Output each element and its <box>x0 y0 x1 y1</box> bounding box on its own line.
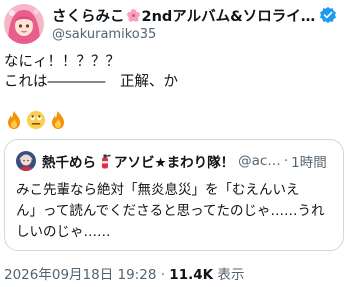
fire-extinguisher-icon <box>102 154 111 169</box>
view-count: 11.4K <box>169 267 214 283</box>
author-avatar[interactable] <box>4 4 44 44</box>
separator-dot: · <box>283 153 289 169</box>
author-name-row: さくらみこ 2ndアルバム&ソロライ… <box>52 4 342 26</box>
tweet-text-line: なにィ！！？？？ <box>4 54 120 70</box>
views-label: 表示 <box>213 267 245 283</box>
separator-dot: · <box>156 267 170 283</box>
tweet-meta: 2026年09月18日 19:28 · 11.4K 表示 <box>4 263 244 283</box>
author-display-name[interactable]: さくらみこ 2ndアルバム&ソロライ… <box>52 5 315 26</box>
fire-icon <box>52 111 64 129</box>
emoji-row <box>4 110 68 132</box>
quoted-author-name-part1: 熱千めら <box>42 155 96 171</box>
quoted-tweet-text: みこ先輩なら絶対「無炎息災」を「むえんいえ ん」って読んでくださると思ってたのじ… <box>16 180 336 243</box>
quoted-author-name-part2: アソビ★まわり隊！ <box>114 155 235 171</box>
quoted-text-line: みこ先輩なら絶対「無炎息災」を「むえんいえ <box>16 182 300 198</box>
tweet-text: なにィ！！？？？ これは―――― 正解、か <box>4 52 344 92</box>
author-handle[interactable]: @sakuramiko35 <box>52 27 156 42</box>
cherry-blossom-icon <box>126 8 140 22</box>
quoted-text-line: ん」って読んでくださると思ってたのじゃ……うれ <box>16 203 325 219</box>
verified-badge-icon <box>320 6 337 24</box>
tweet-timestamp[interactable]: 2026年09月18日 19:28 <box>4 267 156 283</box>
quoted-tweet-card[interactable]: 熱千めら アソビ★まわり隊！ @ac… · 1時間 みこ先輩なら絶対「無炎息災」を… <box>4 139 344 251</box>
quoted-text-line: しいのじゃ…… <box>16 224 111 240</box>
tweet[interactable]: さくらみこ 2ndアルバム&ソロライ… @sakuramiko35 なにィ！！？？… <box>0 0 350 287</box>
quoted-tweet-time[interactable]: 1時間 <box>291 151 327 171</box>
eye-roll-face-icon <box>27 111 45 129</box>
quoted-tweet-header: 熱千めら アソビ★まわり隊！ @ac… · 1時間 <box>42 150 338 172</box>
quoted-author-handle[interactable]: @ac… <box>238 153 281 169</box>
quoted-author-name[interactable]: 熱千めら アソビ★まわり隊！ <box>42 151 234 171</box>
fire-icon <box>8 111 20 129</box>
author-display-name-part1: さくらみこ <box>52 8 125 25</box>
author-display-name-part2: 2ndアルバム&ソロライ… <box>141 8 316 25</box>
quoted-author-avatar[interactable] <box>16 151 36 171</box>
tweet-text-line: これは―――― 正解、か <box>4 74 178 90</box>
